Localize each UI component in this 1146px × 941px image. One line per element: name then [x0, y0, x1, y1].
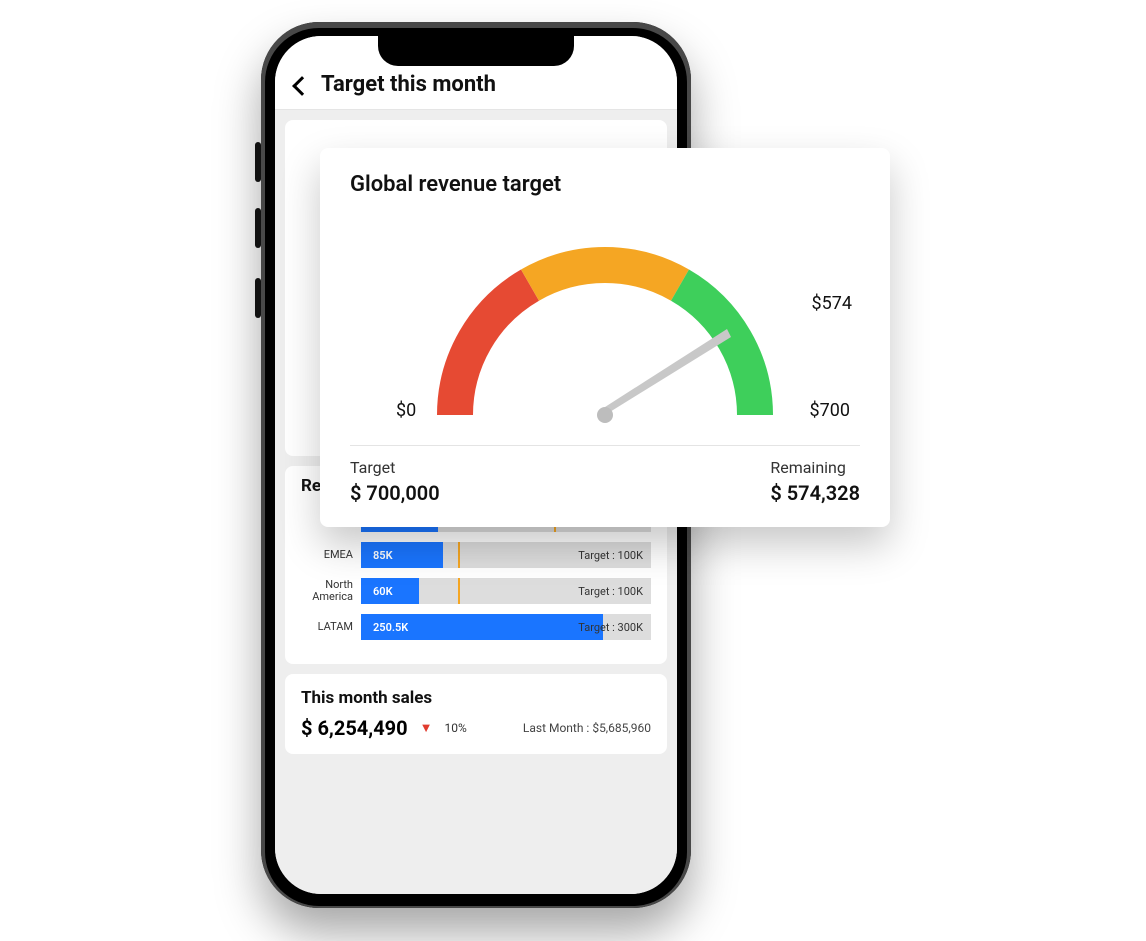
- region-row: EMEA85K Target : 100K: [301, 542, 651, 568]
- region-name: North America: [301, 579, 361, 603]
- region-bar-fill: 250.5K: [361, 614, 603, 640]
- region-target-label: Target : 300K: [578, 614, 643, 640]
- gauge-card-title: Global revenue target: [350, 172, 860, 197]
- gauge-divider: [350, 445, 860, 446]
- gauge-card: Global revenue target $0 $700 $574 Targe…: [320, 148, 890, 527]
- region-bar: 85K Target : 100K: [361, 542, 651, 568]
- phone-notch: [378, 36, 574, 66]
- gauge-target-block: Target $ 700,000: [350, 458, 440, 505]
- gauge-min-label: $0: [396, 400, 416, 421]
- region-bar-fill: 85K: [361, 542, 443, 568]
- region-row: North America60K Target : 100K: [301, 578, 651, 604]
- sales-card-title: This month sales: [301, 688, 651, 708]
- back-icon[interactable]: [289, 75, 311, 97]
- gauge-remaining-value: $ 574,328: [770, 481, 860, 505]
- gauge-chart: $0 $700 $574: [350, 205, 860, 435]
- region-target-label: Target : 100K: [578, 578, 643, 604]
- sales-last-month: Last Month : $5,685,960: [523, 721, 651, 735]
- region-name: LATAM: [301, 621, 361, 633]
- gauge-stats: Target $ 700,000 Remaining $ 574,328: [350, 458, 860, 505]
- region-bar-fill: 60K: [361, 578, 419, 604]
- region-name: EMEA: [301, 549, 361, 561]
- caret-down-icon: ▼: [420, 720, 433, 736]
- region-target-tick: [458, 578, 460, 604]
- sales-change-pct: 10%: [445, 721, 467, 735]
- gauge-remaining-block: Remaining $ 574,328: [770, 458, 860, 505]
- sales-card: This month sales $ 6,254,490 ▼ 10% Last …: [285, 674, 667, 754]
- gauge-needle: [605, 329, 731, 415]
- region-target-label: Target : 100K: [578, 542, 643, 568]
- page-title: Target this month: [321, 72, 496, 97]
- gauge-remaining-label: Remaining: [770, 458, 860, 477]
- sales-amount: $ 6,254,490: [301, 716, 408, 740]
- gauge-value-label: $574: [812, 293, 852, 314]
- gauge-target-value: $ 700,000: [350, 481, 440, 505]
- region-target-tick: [458, 542, 460, 568]
- gauge-max-label: $700: [810, 400, 850, 421]
- region-row: LATAM250.5KTarget : 300K: [301, 614, 651, 640]
- gauge-target-label: Target: [350, 458, 440, 477]
- region-bar: 60K Target : 100K: [361, 578, 651, 604]
- region-bar: 250.5KTarget : 300K: [361, 614, 651, 640]
